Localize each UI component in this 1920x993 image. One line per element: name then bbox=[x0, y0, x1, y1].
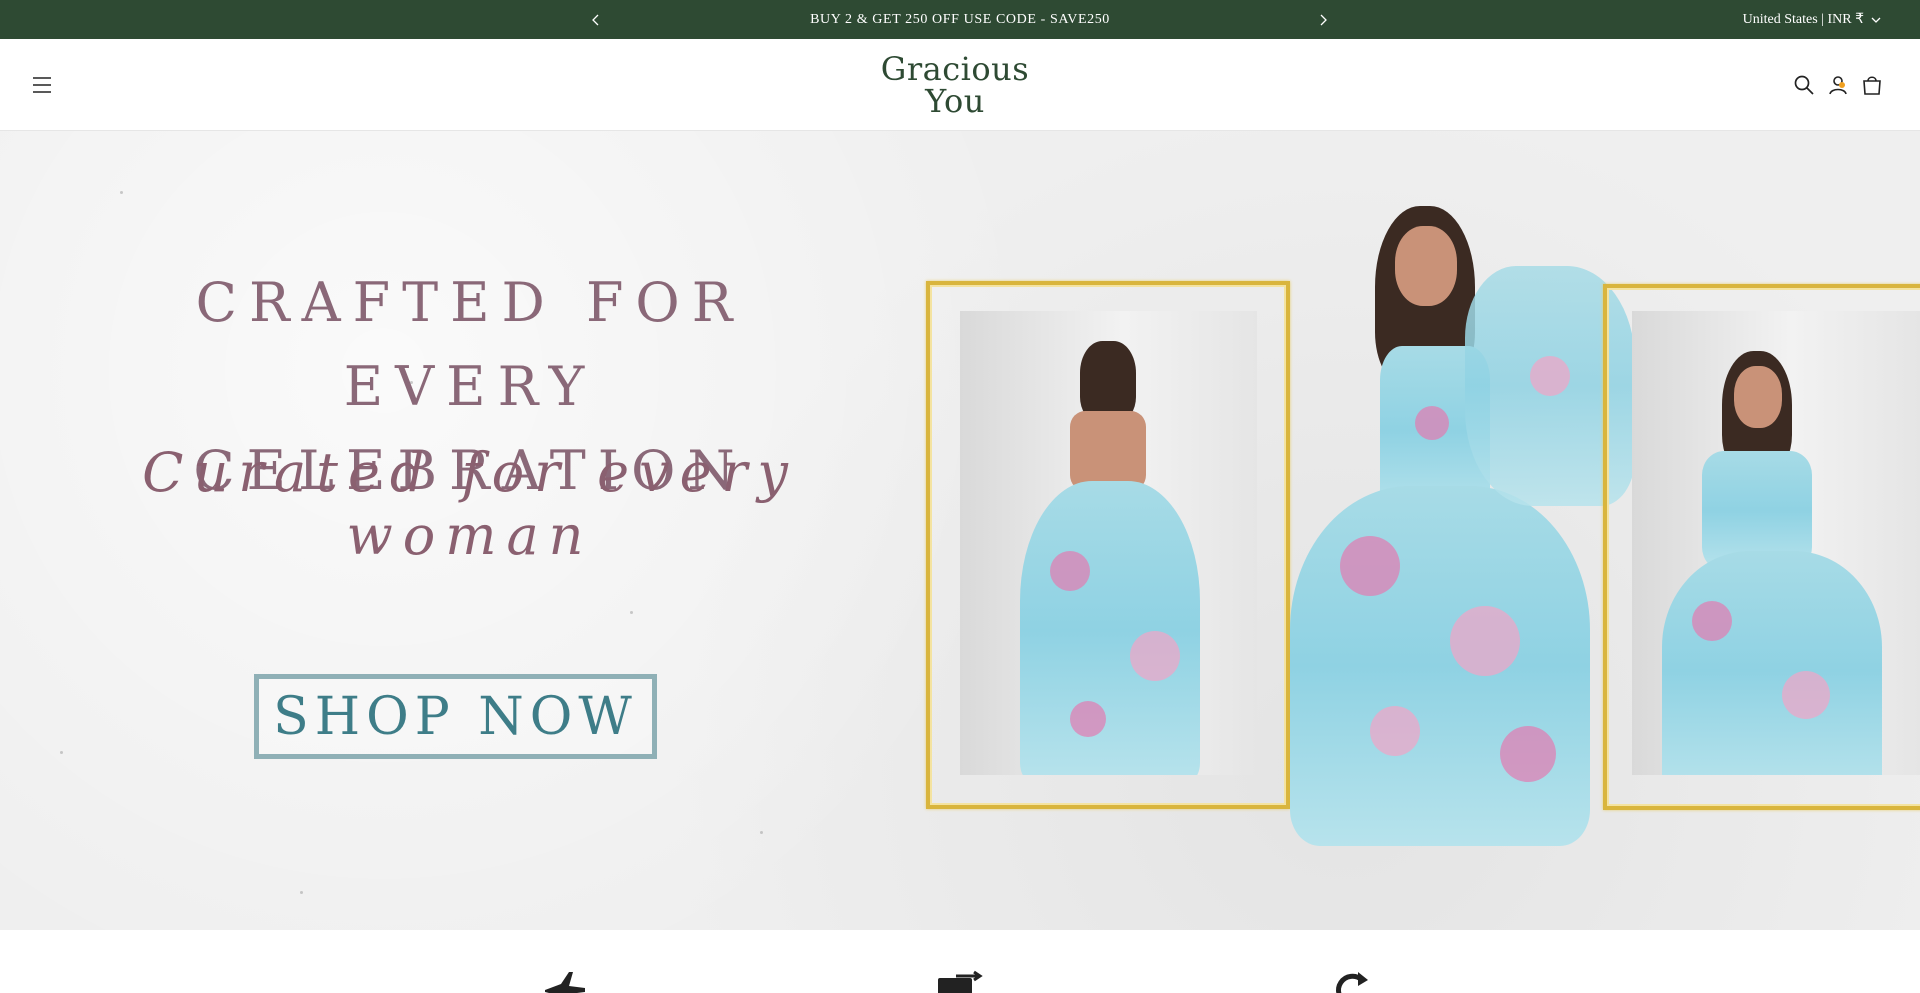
site-logo[interactable]: Gracious You bbox=[860, 49, 1050, 121]
model-face bbox=[1734, 366, 1782, 428]
shipping-feature bbox=[541, 970, 589, 993]
model-hair bbox=[1080, 341, 1136, 421]
lehenga-skirt bbox=[1290, 486, 1590, 846]
logo-line-1: Gracious bbox=[880, 50, 1030, 88]
chevron-left-icon bbox=[592, 14, 599, 25]
product-photo-front-view bbox=[1632, 311, 1920, 775]
print-motif bbox=[1070, 701, 1106, 737]
print-motif bbox=[1340, 536, 1400, 596]
returns-feature bbox=[1328, 970, 1376, 993]
chevron-right-icon bbox=[1320, 14, 1327, 25]
hero-banner[interactable]: CRAFTED FOR EVERY CELEBRATION Curated fo… bbox=[0, 131, 1920, 930]
menu-button[interactable] bbox=[26, 69, 58, 101]
payment-feature bbox=[936, 970, 984, 993]
country-currency-selector[interactable]: United States | INR ₹ bbox=[1743, 0, 1882, 39]
texture-speck bbox=[120, 191, 123, 194]
announcement-message: BUY 2 & GET 250 OFF USE CODE - SAVE250 bbox=[810, 11, 1110, 27]
features-row bbox=[0, 930, 1920, 993]
hamburger-icon bbox=[33, 77, 51, 93]
announcement-next-button[interactable] bbox=[1308, 0, 1338, 39]
texture-speck bbox=[760, 831, 763, 834]
airplane-icon bbox=[545, 972, 585, 993]
cart-button[interactable] bbox=[1860, 73, 1884, 97]
lehenga-skirt bbox=[1020, 481, 1200, 775]
search-button[interactable] bbox=[1792, 73, 1816, 97]
header-icons bbox=[1792, 69, 1884, 101]
chevron-down-icon bbox=[1871, 17, 1881, 23]
shop-now-button[interactable]: SHOP NOW bbox=[254, 674, 657, 759]
print-motif bbox=[1450, 606, 1520, 676]
logo-line-2: You bbox=[925, 82, 985, 120]
hero-headline-line-1: CRAFTED FOR EVERY bbox=[195, 271, 745, 418]
announcement-bar: BUY 2 & GET 250 OFF USE CODE - SAVE250 U… bbox=[0, 0, 1920, 39]
texture-speck bbox=[60, 751, 63, 754]
payment-card-icon bbox=[938, 970, 983, 993]
hero-tagline: Curated for every woman bbox=[142, 441, 798, 567]
site-header: Gracious You bbox=[0, 39, 1920, 131]
search-icon bbox=[1794, 75, 1814, 95]
refresh-icon bbox=[1336, 972, 1368, 993]
texture-speck bbox=[300, 891, 303, 894]
account-icon bbox=[1829, 76, 1847, 95]
featured-model bbox=[1280, 206, 1650, 846]
print-motif bbox=[1782, 671, 1830, 719]
print-motif bbox=[1050, 551, 1090, 591]
print-motif bbox=[1500, 726, 1556, 782]
model-back bbox=[1070, 411, 1146, 491]
account-button[interactable] bbox=[1826, 73, 1850, 97]
locale-label: United States | INR ₹ bbox=[1742, 12, 1864, 27]
print-motif bbox=[1130, 631, 1180, 681]
print-motif bbox=[1692, 601, 1732, 641]
print-motif bbox=[1530, 356, 1570, 396]
product-photo-back-view bbox=[960, 311, 1257, 775]
shop-now-label: SHOP NOW bbox=[273, 686, 638, 747]
cart-icon bbox=[1863, 76, 1881, 95]
announcement-prev-button[interactable] bbox=[581, 0, 611, 39]
lehenga-skirt bbox=[1662, 551, 1882, 775]
texture-speck bbox=[630, 611, 633, 614]
print-motif bbox=[1370, 706, 1420, 756]
print-motif bbox=[1415, 406, 1449, 440]
model-face bbox=[1395, 226, 1457, 306]
